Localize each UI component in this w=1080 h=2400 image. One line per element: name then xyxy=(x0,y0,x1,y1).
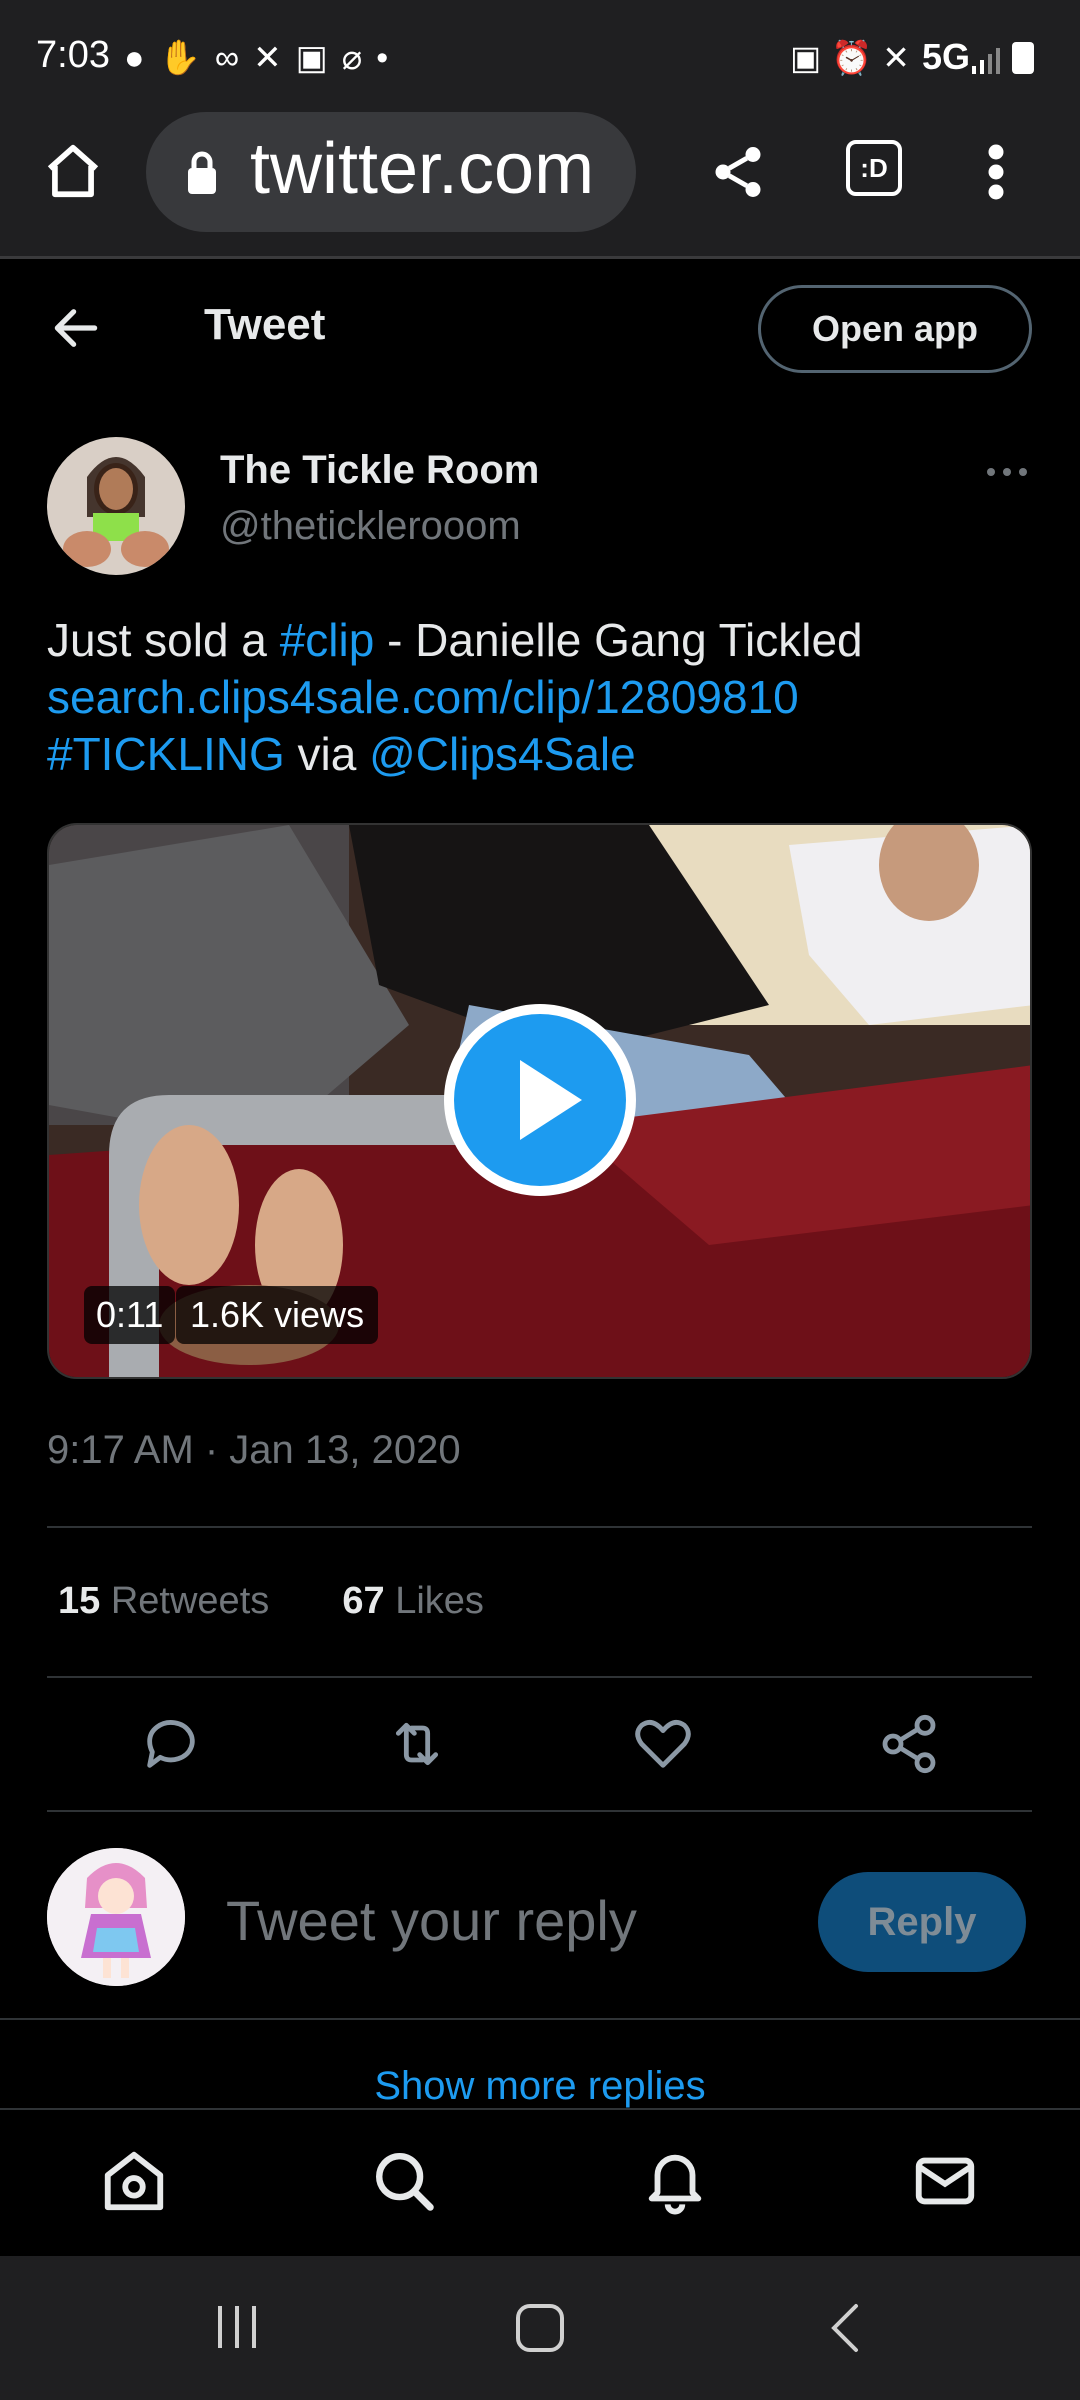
url-link[interactable]: search.clips4sale.com/clip/12809810 xyxy=(47,671,799,723)
missed-call-icon: ✕ xyxy=(253,39,296,77)
retweets-stat[interactable]: 15 Retweets xyxy=(58,1580,269,1622)
engagement-stats: 15 Retweets 67 Likes xyxy=(58,1580,484,1623)
tweet-text: Just sold a #clip - Danielle Gang Tickle… xyxy=(47,612,1037,783)
divider xyxy=(47,1526,1032,1528)
like-icon[interactable] xyxy=(631,1712,695,1776)
status-notification-icons: ●✋∞✕▣⌀• xyxy=(124,38,402,78)
video-views-badge: 1.6K views xyxy=(176,1286,379,1344)
notifications-nav-icon[interactable] xyxy=(640,2146,710,2216)
hand-icon: ✋ xyxy=(158,39,215,77)
back-system-icon[interactable] xyxy=(826,2302,866,2354)
author-display-name[interactable]: The Tickle Room xyxy=(220,448,539,493)
likes-stat[interactable]: 67 Likes xyxy=(342,1580,484,1622)
video-duration-badge: 0:11 xyxy=(84,1286,176,1344)
home-nav-icon[interactable] xyxy=(99,2146,169,2216)
more-options-icon[interactable] xyxy=(985,460,1029,484)
retweets-label: Retweets xyxy=(110,1580,270,1622)
open-app-button[interactable]: Open app xyxy=(758,285,1032,373)
tab-switcher-button[interactable]: :D xyxy=(846,140,902,196)
home-icon[interactable] xyxy=(42,140,104,202)
divider xyxy=(47,1810,1032,1812)
battery-icon xyxy=(1012,42,1034,74)
messages-nav-icon[interactable] xyxy=(910,2146,980,2216)
u-app-icon: ▣ xyxy=(295,39,342,77)
likes-count: 67 xyxy=(342,1580,385,1622)
reply-input[interactable]: Tweet your reply xyxy=(226,1888,637,1953)
chat-bubble-icon: ● xyxy=(124,39,159,77)
lock-icon: ▣ xyxy=(790,39,832,76)
show-more-replies-link[interactable]: Show more replies xyxy=(0,2064,1080,2109)
share-icon[interactable] xyxy=(708,142,768,202)
search-nav-icon[interactable] xyxy=(369,2146,439,2216)
lock-icon xyxy=(188,151,216,194)
retweet-icon[interactable] xyxy=(385,1712,449,1776)
divider xyxy=(47,1676,1032,1678)
back-arrow-icon[interactable] xyxy=(48,300,104,356)
menu-icon[interactable] xyxy=(984,142,1008,202)
mute-icon: ✕ xyxy=(882,39,920,76)
reply-icon[interactable] xyxy=(139,1712,203,1776)
page-title: Tweet xyxy=(204,300,326,349)
status-time: 7:03 xyxy=(36,34,110,76)
hashtag-link[interactable]: #clip xyxy=(280,614,375,666)
dot-icon: • xyxy=(376,39,403,77)
reply-button[interactable]: Reply xyxy=(818,1872,1026,1972)
current-user-avatar[interactable] xyxy=(47,1848,185,1986)
notifications-off-icon: ⌀ xyxy=(341,39,377,77)
alarm-icon: ⏰ xyxy=(831,39,883,76)
mention-link[interactable]: @Clips4Sale xyxy=(369,728,636,780)
status-system-icons: ▣⏰✕ xyxy=(790,38,920,78)
voicemail-icon: ∞ xyxy=(214,39,254,77)
author-handle[interactable]: @theticklerooom xyxy=(220,504,521,549)
tweet-text-part: - Danielle Gang Tickled xyxy=(374,614,863,666)
signal-icon xyxy=(972,48,1000,74)
retweets-count: 15 xyxy=(58,1580,101,1622)
play-button-icon[interactable] xyxy=(440,1000,640,1200)
divider xyxy=(0,2018,1080,2020)
likes-label: Likes xyxy=(395,1580,484,1622)
home-system-icon[interactable] xyxy=(514,2302,566,2354)
tweet-timestamp[interactable]: 9:17 AM · Jan 13, 2020 xyxy=(47,1428,461,1473)
network-type: 5G xyxy=(922,36,971,77)
author-avatar[interactable] xyxy=(47,437,185,575)
tweet-text-part: Just sold a xyxy=(47,614,280,666)
share-tweet-icon[interactable] xyxy=(877,1712,941,1776)
recent-apps-icon[interactable] xyxy=(212,2302,262,2352)
hashtag-link[interactable]: #TICKLING xyxy=(47,728,285,780)
url-text[interactable]: twitter.com xyxy=(250,128,594,210)
tweet-text-part: via xyxy=(284,728,370,780)
